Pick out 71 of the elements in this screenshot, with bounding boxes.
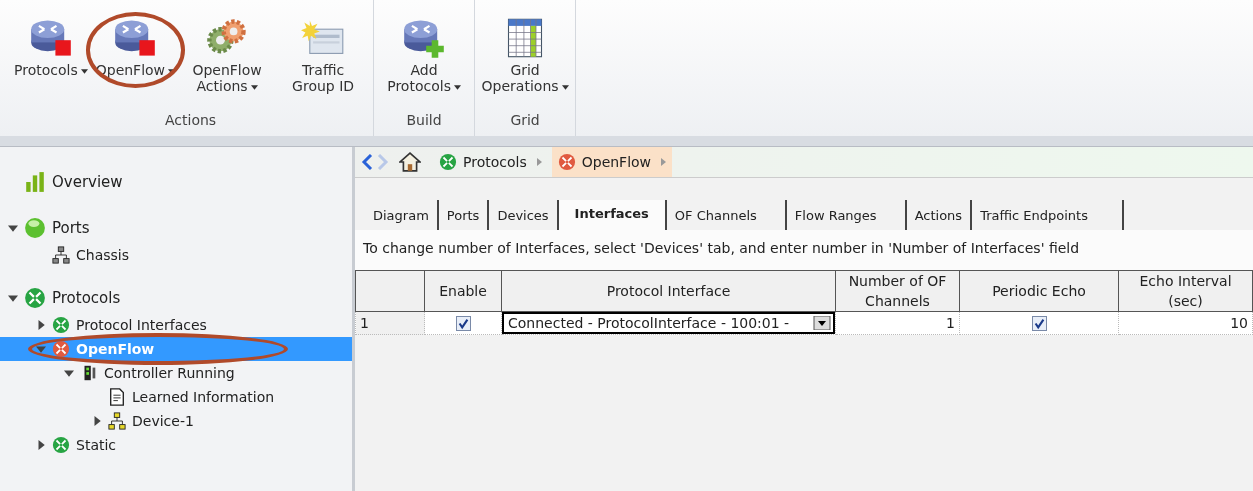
collapsed-icon[interactable] bbox=[36, 320, 46, 330]
tab[interactable]: Interfaces bbox=[558, 200, 667, 230]
tree-item-label: Chassis bbox=[76, 247, 129, 263]
ribbon-button[interactable]: Grid Operations bbox=[479, 18, 572, 94]
tree-item-label: Overview bbox=[52, 173, 123, 191]
breadcrumb-item[interactable]: Protocols bbox=[433, 147, 548, 177]
ribbon-group-label: Build bbox=[405, 111, 443, 130]
network-icon bbox=[108, 412, 126, 430]
collapsed-icon[interactable] bbox=[92, 416, 102, 426]
checkbox[interactable] bbox=[455, 316, 471, 332]
table-cell: 10 bbox=[1118, 311, 1253, 335]
tree-item[interactable]: Protocol Interfaces bbox=[0, 313, 352, 337]
table-cell: 1 bbox=[835, 311, 960, 335]
bar-chart-icon bbox=[24, 171, 46, 193]
chevron-icon bbox=[661, 158, 667, 166]
ribbon-button[interactable]: Protocols bbox=[12, 18, 90, 78]
router-icon bbox=[113, 18, 158, 58]
ribbon-group-label: Actions bbox=[163, 111, 218, 130]
protocol-icon bbox=[52, 436, 70, 454]
protocol-icon bbox=[557, 153, 576, 171]
ribbon-group-label: Grid bbox=[509, 111, 541, 130]
tree-item-label: OpenFlow bbox=[76, 341, 155, 357]
tree-item-label: Ports bbox=[52, 219, 90, 237]
chevron-icon bbox=[536, 158, 542, 166]
router-add-icon bbox=[402, 18, 447, 58]
tree-item-label: Static bbox=[76, 437, 117, 453]
tree-item[interactable]: Overview bbox=[0, 167, 352, 197]
expanded-icon[interactable] bbox=[8, 293, 18, 303]
tree-item[interactable]: Ports bbox=[0, 213, 352, 243]
tree-item[interactable]: Chassis bbox=[0, 243, 352, 267]
hint-text: To change number of Interfaces, select 'Devices' tab, and enter number in 'Number of Interfaces' field bbox=[355, 230, 1253, 270]
tree-item-label: Protocol Interfaces bbox=[76, 317, 207, 333]
home-icon[interactable] bbox=[399, 151, 421, 173]
column-header[interactable]: Enable bbox=[424, 270, 502, 312]
row-number-cell: 1 bbox=[355, 311, 425, 335]
expanded-icon[interactable] bbox=[8, 223, 18, 233]
checkbox[interactable] bbox=[1031, 316, 1047, 332]
expanded-icon[interactable] bbox=[64, 368, 74, 378]
back-icon[interactable] bbox=[361, 154, 373, 170]
column-header[interactable]: Periodic Echo bbox=[959, 270, 1119, 312]
tree-item[interactable]: Learned Information bbox=[0, 385, 352, 409]
network-icon bbox=[52, 246, 70, 264]
tree-item-label: Device-1 bbox=[132, 413, 194, 429]
caret-icon bbox=[561, 84, 569, 90]
dropdown-field[interactable]: Connected - ProtocolInterface - 100:01 - bbox=[502, 312, 835, 334]
tree-item[interactable]: Device-1 bbox=[0, 409, 352, 433]
tree-item[interactable]: Protocols bbox=[0, 283, 352, 313]
tree-item-label: Protocols bbox=[52, 289, 121, 307]
ribbon-button[interactable]: OpenFlow Actions bbox=[181, 18, 274, 94]
collapsed-icon[interactable] bbox=[36, 440, 46, 450]
protocol-icon bbox=[24, 287, 46, 309]
ribbon-button[interactable]: Traffic Group ID bbox=[277, 18, 370, 94]
breadcrumb-item[interactable]: OpenFlow bbox=[551, 147, 673, 177]
ribbon-button[interactable]: Add Protocols bbox=[378, 18, 471, 94]
router-icon bbox=[28, 18, 73, 58]
document-icon bbox=[108, 388, 126, 406]
caret-icon bbox=[453, 84, 461, 90]
caret-icon bbox=[80, 68, 88, 74]
column-header[interactable]: Number of OF Channels bbox=[835, 270, 960, 312]
protocol-icon bbox=[52, 316, 70, 334]
protocol-icon bbox=[52, 340, 70, 358]
caret-icon bbox=[250, 84, 258, 90]
tree-item-label: Controller Running bbox=[104, 365, 235, 381]
tree-item-label: Learned Information bbox=[132, 389, 275, 405]
protocol-icon bbox=[439, 153, 457, 171]
sphere-icon bbox=[24, 217, 46, 239]
tree-item[interactable]: Controller Running bbox=[0, 361, 352, 385]
dropdown-arrow-icon[interactable] bbox=[813, 316, 831, 330]
tree-item[interactable]: Static bbox=[0, 433, 352, 457]
column-header[interactable]: Protocol Interface bbox=[501, 270, 836, 312]
column-header[interactable]: Echo Interval (sec) bbox=[1118, 270, 1253, 312]
